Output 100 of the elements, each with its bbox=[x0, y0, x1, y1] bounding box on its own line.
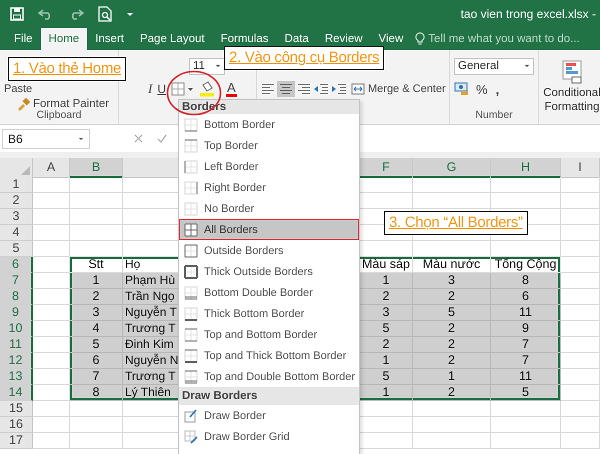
table-cell bbox=[70, 401, 123, 417]
table-cell bbox=[561, 193, 600, 209]
row-header[interactable]: 11 bbox=[0, 337, 33, 353]
table-cell bbox=[561, 353, 600, 369]
percent-button[interactable]: % bbox=[474, 80, 490, 98]
align-left-icon[interactable] bbox=[261, 83, 275, 95]
border-style-icon bbox=[184, 180, 198, 194]
paste-label[interactable]: Paste bbox=[4, 83, 32, 95]
fill-color-icon[interactable] bbox=[199, 81, 216, 97]
menu-item[interactable]: Draw Border bbox=[179, 405, 359, 426]
column-header[interactable]: H bbox=[491, 158, 561, 178]
row-header[interactable]: 14 bbox=[0, 385, 33, 401]
table-cell: 5 bbox=[413, 305, 491, 321]
column-header[interactable]: B bbox=[70, 158, 123, 178]
menu-item[interactable]: Top and Thick Bottom Border bbox=[179, 345, 359, 366]
table-cell: 8 bbox=[70, 385, 123, 401]
table-cell: Màu sáp bbox=[360, 257, 413, 273]
menu-item[interactable]: Thick Bottom Border bbox=[179, 303, 359, 324]
table-cell bbox=[33, 225, 70, 241]
row-header[interactable]: 12 bbox=[0, 353, 33, 369]
table-cell: Phạm Hù bbox=[123, 273, 179, 289]
border-style-icon bbox=[184, 370, 198, 384]
italic-button[interactable]: I bbox=[147, 80, 154, 98]
column-header[interactable]: F bbox=[360, 158, 413, 178]
callout-label: 1. Vào thẻ Home bbox=[8, 57, 126, 81]
table-cell: 5 bbox=[360, 369, 413, 385]
align-center-icon[interactable] bbox=[277, 81, 295, 97]
callout-label: 2. Vào công cụ Borders bbox=[224, 46, 384, 70]
table-cell: 11 bbox=[491, 369, 561, 385]
table-cell: 1 bbox=[360, 385, 413, 401]
row-header[interactable]: 15 bbox=[0, 401, 33, 417]
menu-item[interactable]: Bottom Double Border bbox=[179, 282, 359, 303]
table-cell: Nguyễn N bbox=[123, 353, 179, 369]
table-cell: 2 bbox=[413, 289, 491, 305]
lightbulb-icon bbox=[415, 32, 426, 46]
row-header[interactable]: 10 bbox=[0, 321, 33, 337]
decrease-indent-icon[interactable] bbox=[313, 83, 329, 95]
name-box[interactable]: B6 bbox=[2, 128, 90, 148]
menu-item[interactable]: Bottom Border bbox=[179, 114, 359, 135]
table-cell: Họ bbox=[123, 257, 179, 273]
column-header[interactable]: I bbox=[561, 158, 600, 178]
menu-item[interactable]: Draw Border Grid bbox=[179, 426, 359, 447]
column-header[interactable]: G bbox=[413, 158, 491, 178]
table-cell: 2 bbox=[413, 353, 491, 369]
ribbon-tab[interactable]: File bbox=[6, 28, 41, 50]
menu-item[interactable]: Top and Double Bottom Border bbox=[179, 366, 359, 387]
row-header[interactable]: 9 bbox=[0, 305, 33, 321]
table-cell: 1 bbox=[413, 369, 491, 385]
table-cell bbox=[33, 209, 70, 225]
table-cell bbox=[491, 433, 561, 449]
row-header[interactable]: 1 bbox=[0, 177, 33, 193]
menu-item[interactable]: Top Border bbox=[179, 135, 359, 156]
menu-item[interactable]: Outside Borders bbox=[179, 240, 359, 261]
group-label: Clipboard bbox=[36, 109, 82, 121]
table-cell bbox=[561, 177, 600, 193]
print-preview-icon[interactable] bbox=[98, 6, 112, 22]
ribbon-tab[interactable]: Home bbox=[40, 28, 88, 50]
row-header[interactable]: 8 bbox=[0, 289, 33, 305]
confirm-icon[interactable] bbox=[157, 134, 167, 144]
align-right-icon[interactable] bbox=[297, 83, 311, 95]
border-style-icon bbox=[184, 328, 198, 342]
table-cell: Tổng Cộng bbox=[491, 257, 561, 273]
borders-icon bbox=[171, 82, 196, 96]
ribbon-tab[interactable]: Page Layout bbox=[132, 28, 213, 50]
comma-button[interactable]: , bbox=[494, 80, 502, 98]
menu-item[interactable]: No Border bbox=[179, 198, 359, 219]
row-header[interactable]: 4 bbox=[0, 225, 33, 241]
menu-item[interactable]: All Borders bbox=[179, 219, 359, 240]
ribbon-tab[interactable]: Insert bbox=[87, 28, 132, 50]
table-cell bbox=[491, 417, 561, 433]
table-cell bbox=[561, 433, 600, 449]
row-header[interactable]: 3 bbox=[0, 209, 33, 225]
conditional-formatting-button[interactable]: Conditional Formatting bbox=[539, 50, 600, 114]
currency-icon[interactable] bbox=[454, 82, 470, 96]
save-icon[interactable] bbox=[10, 7, 24, 21]
menu-item[interactable]: Thick Outside Borders bbox=[179, 261, 359, 282]
row-header[interactable]: 17 bbox=[0, 433, 33, 449]
row-header[interactable]: 2 bbox=[0, 193, 33, 209]
table-cell: Stt bbox=[70, 257, 123, 273]
row-header[interactable]: 6 bbox=[0, 257, 33, 273]
table-cell: Màu nước bbox=[413, 257, 491, 273]
cancel-icon[interactable] bbox=[134, 134, 143, 143]
tell-me-field[interactable]: Tell me what you want to do... bbox=[411, 28, 580, 50]
row-header[interactable]: 5 bbox=[0, 241, 33, 257]
font-size-field[interactable]: 11 bbox=[189, 58, 225, 74]
row-header[interactable]: 13 bbox=[0, 369, 33, 385]
grid-pencil-icon bbox=[184, 430, 198, 444]
table-cell bbox=[561, 385, 600, 401]
menu-item[interactable]: Right Border bbox=[179, 177, 359, 198]
customize-caret-icon[interactable] bbox=[126, 12, 134, 16]
menu-item[interactable]: Top and Bottom Border bbox=[179, 324, 359, 345]
menu-item[interactable]: Left Border bbox=[179, 156, 359, 177]
row-header[interactable]: 16 bbox=[0, 417, 33, 433]
table-cell: 2 bbox=[70, 289, 123, 305]
number-format-field[interactable]: General bbox=[454, 58, 534, 74]
column-header[interactable]: A bbox=[33, 158, 70, 178]
row-header[interactable]: 7 bbox=[0, 273, 33, 289]
increase-indent-icon[interactable] bbox=[331, 83, 347, 95]
underline-button[interactable]: U bbox=[156, 80, 168, 98]
merge-center-button[interactable]: Merge & Center bbox=[351, 80, 446, 98]
